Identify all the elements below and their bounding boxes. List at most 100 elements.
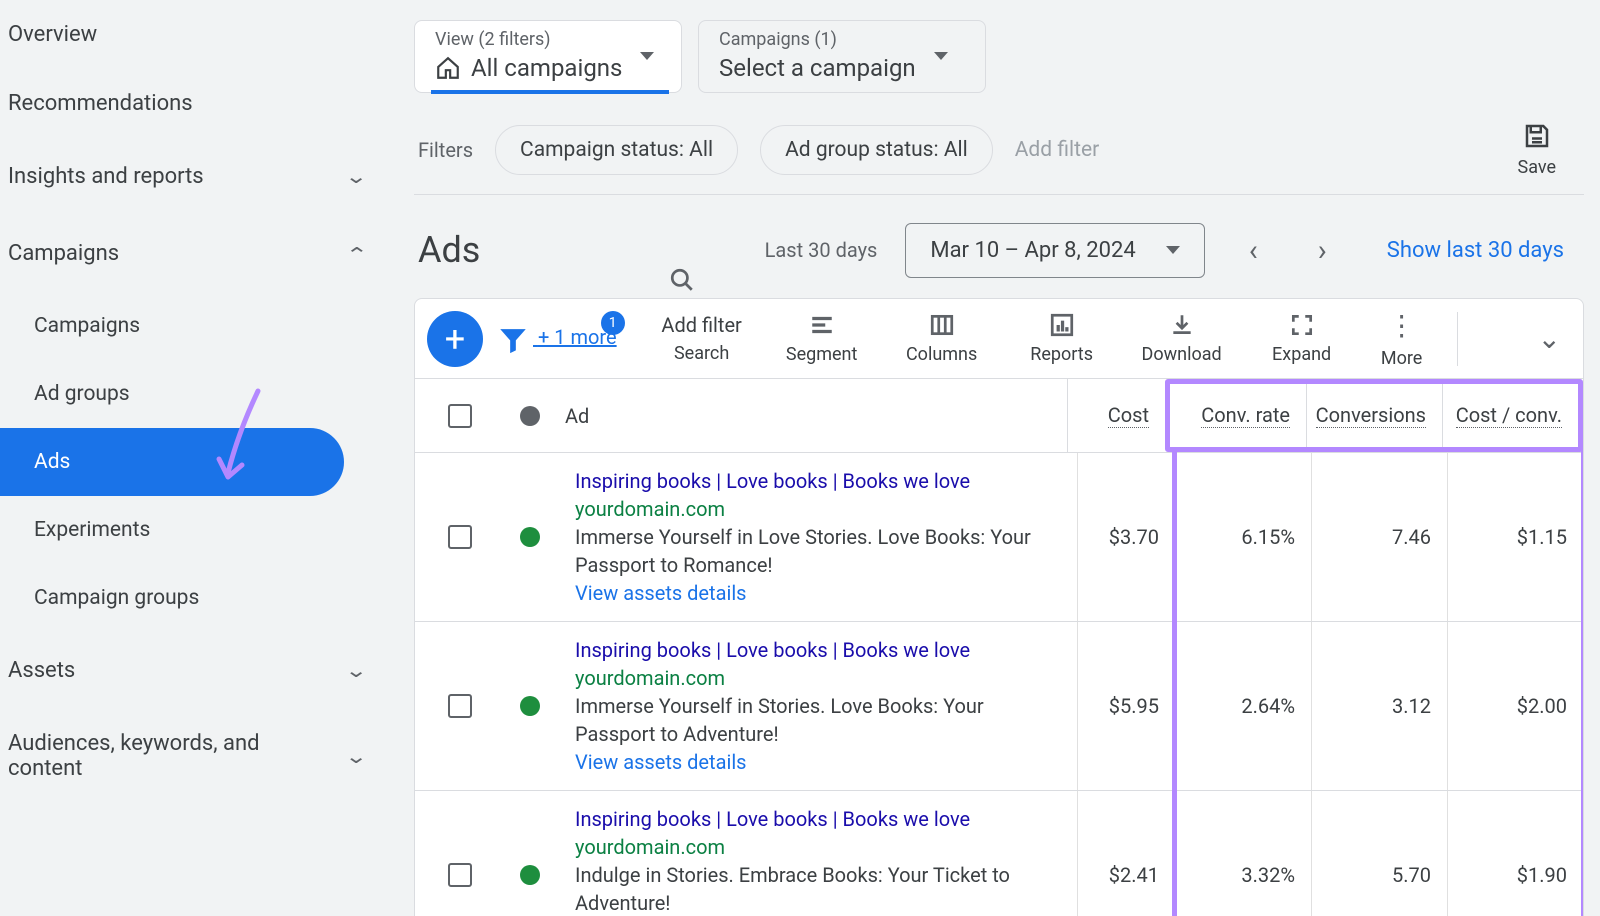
ad-cell[interactable]: Inspiring books | Love books | Books we … — [555, 453, 1077, 621]
prev-period-button[interactable]: ‹ — [1233, 225, 1274, 276]
sidebar-item-ads[interactable]: Ads — [0, 428, 344, 496]
row-status[interactable] — [505, 453, 555, 621]
header-cost[interactable]: Cost — [1067, 379, 1165, 452]
cell-conv-rate: 3.32% — [1175, 791, 1311, 916]
row-checkbox[interactable] — [415, 791, 505, 916]
sidebar-item-label: Insights and reports — [8, 164, 204, 189]
filter-pill-campaign-status[interactable]: Campaign status: All — [495, 125, 738, 175]
view-assets-link[interactable]: View assets details — [575, 748, 1067, 776]
cell-cost: $5.95 — [1077, 622, 1175, 790]
cell-cost-conv: $1.15 — [1447, 453, 1583, 621]
table-row: Inspiring books | Love books | Books we … — [415, 453, 1583, 622]
reports-tool[interactable]: Reports — [1007, 312, 1117, 365]
segment-tool[interactable]: Segment — [767, 312, 877, 365]
sidebar-item-label: Campaign groups — [34, 586, 199, 610]
sidebar-item-label: Campaigns — [34, 314, 140, 338]
campaign-selector[interactable]: Campaigns (1) Select a campaign — [698, 20, 986, 93]
sidebar: Overview Recommendations Insights and re… — [0, 0, 390, 916]
view-assets-link[interactable]: View assets details — [575, 579, 1067, 607]
cell-cost-conv: $1.90 — [1447, 791, 1583, 916]
sidebar-item-overview[interactable]: Overview — [0, 0, 390, 69]
header-cost-conv[interactable]: Cost / conv. — [1442, 384, 1578, 447]
sidebar-item-label: Ads — [34, 450, 70, 474]
filter-funnel[interactable]: + 1 more 1 — [487, 322, 617, 356]
save-button[interactable]: Save — [1518, 121, 1585, 178]
sidebar-item-campaigns-parent[interactable]: Campaigns ⌄ — [0, 215, 390, 292]
home-icon — [435, 55, 461, 81]
add-filter-button[interactable]: Add filter — [1015, 138, 1099, 162]
header-conversions[interactable]: Conversions — [1306, 384, 1442, 447]
date-range-text: Mar 10 – Apr 8, 2024 — [930, 238, 1135, 263]
table-toolbar: + + 1 more 1 Add filter Search Segment C… — [414, 298, 1584, 380]
view-selector-small: View (2 filters) — [435, 29, 622, 50]
header-checkbox[interactable] — [415, 404, 505, 428]
cell-conv-rate: 6.15% — [1175, 453, 1311, 621]
sidebar-item-label: Campaigns — [8, 241, 119, 266]
sidebar-item-audiences[interactable]: Audiences, keywords, and content ⌄ — [0, 709, 390, 803]
sidebar-item-ad-groups[interactable]: Ad groups — [0, 360, 390, 428]
next-period-button[interactable]: › — [1302, 225, 1343, 276]
collapse-toggle[interactable]: ⌄ — [1538, 322, 1561, 355]
date-range-selector[interactable]: Mar 10 – Apr 8, 2024 — [905, 223, 1204, 278]
filter-badge: 1 — [601, 311, 625, 335]
download-tool[interactable]: Download — [1127, 312, 1237, 365]
page-title: Ads — [418, 229, 480, 271]
toolbar-divider — [1457, 312, 1458, 366]
more-icon: ⋮ — [1388, 309, 1416, 342]
segment-icon — [807, 312, 837, 338]
add-ad-button[interactable]: + — [427, 311, 483, 367]
ad-headline: Inspiring books | Love books | Books we … — [575, 636, 1067, 664]
sidebar-item-insights[interactable]: Insights and reports ⌄ — [0, 138, 390, 215]
sidebar-item-label: Ad groups — [34, 382, 130, 406]
header-ad[interactable]: Ad — [555, 404, 1067, 428]
cell-conv-rate: 2.64% — [1175, 622, 1311, 790]
sidebar-item-recommendations[interactable]: Recommendations — [0, 69, 390, 138]
sidebar-item-label: Overview — [8, 22, 97, 47]
search-tool[interactable]: Add filter Search — [647, 313, 757, 364]
heading-row: Ads Last 30 days Mar 10 – Apr 8, 2024 ‹ … — [414, 195, 1600, 298]
ad-headline: Inspiring books | Love books | Books we … — [575, 805, 1067, 833]
ad-url: yourdomain.com — [575, 664, 1067, 692]
ad-description: Indulge in Stories. Embrace Books: Your … — [575, 861, 1067, 916]
campaign-selector-big: Select a campaign — [719, 54, 916, 82]
show-last-30-link[interactable]: Show last 30 days — [1387, 238, 1584, 263]
save-label: Save — [1518, 157, 1557, 178]
chevron-down-icon: ⌄ — [345, 744, 368, 767]
ad-description: Immerse Yourself in Stories. Love Books:… — [575, 692, 1067, 748]
download-icon — [1167, 312, 1197, 338]
more-tool[interactable]: ⋮ More — [1367, 309, 1437, 369]
reports-icon — [1047, 312, 1077, 338]
columns-tool[interactable]: Columns — [887, 312, 997, 365]
sidebar-item-campaign-groups[interactable]: Campaign groups — [0, 564, 390, 632]
filters-label: Filters — [418, 138, 473, 162]
filter-pill-adgroup-status[interactable]: Ad group status: All — [760, 125, 993, 175]
ad-cell[interactable]: Inspiring books | Love books | Books we … — [555, 791, 1077, 916]
header-conv-rate[interactable]: Conv. rate — [1170, 384, 1306, 447]
sidebar-item-experiments[interactable]: Experiments — [0, 496, 390, 564]
sidebar-item-label: Assets — [8, 658, 75, 683]
ads-table: Ad Cost Conv. rate Conversions Cost / co… — [414, 379, 1584, 916]
view-selector-big: All campaigns — [435, 54, 622, 82]
view-selector[interactable]: View (2 filters) All campaigns — [414, 20, 682, 93]
sidebar-item-campaigns[interactable]: Campaigns — [0, 292, 390, 360]
row-status[interactable] — [505, 791, 555, 916]
row-status[interactable] — [505, 622, 555, 790]
ad-headline: Inspiring books | Love books | Books we … — [575, 467, 1067, 495]
ad-description: Immerse Yourself in Love Stories. Love B… — [575, 523, 1067, 579]
row-checkbox[interactable] — [415, 622, 505, 790]
row-checkbox[interactable] — [415, 453, 505, 621]
filters-row: Filters Campaign status: All Ad group st… — [414, 93, 1600, 194]
table-row: Inspiring books | Love books | Books we … — [415, 622, 1583, 791]
caret-down-icon — [640, 52, 654, 60]
ad-cell[interactable]: Inspiring books | Love books | Books we … — [555, 622, 1077, 790]
expand-tool[interactable]: Expand — [1247, 312, 1357, 365]
header-status[interactable] — [505, 406, 555, 426]
sidebar-item-assets[interactable]: Assets ⌄ — [0, 632, 390, 709]
cell-conversions: 7.46 — [1311, 453, 1447, 621]
chevron-down-icon: ⌄ — [1538, 322, 1561, 355]
table-row: Inspiring books | Love books | Books we … — [415, 791, 1583, 916]
chevron-down-icon: ⌄ — [345, 659, 368, 682]
date-preset-label: Last 30 days — [765, 238, 878, 262]
sidebar-item-label: Experiments — [34, 518, 150, 542]
table-header-row: Ad Cost Conv. rate Conversions Cost / co… — [415, 379, 1583, 453]
